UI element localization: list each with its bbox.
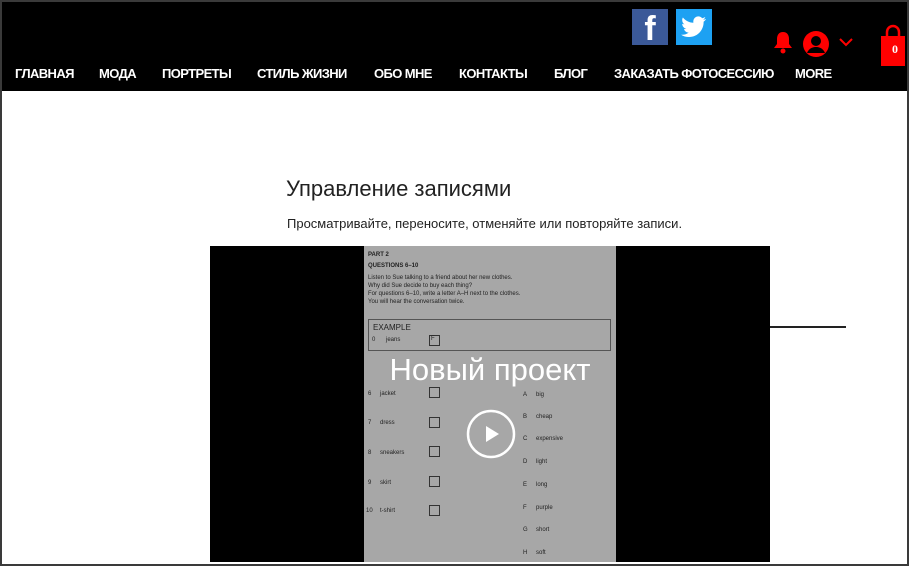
nav-item-blog[interactable]: БЛОГ bbox=[554, 66, 588, 81]
nav-item-home[interactable]: ГЛАВНАЯ bbox=[15, 66, 74, 81]
option-word: soft bbox=[536, 550, 546, 556]
doc-line: Why did Sue decide to buy each thing? bbox=[368, 283, 473, 289]
example-word: jeans bbox=[386, 337, 401, 343]
nav-item-about[interactable]: ОБО МНЕ bbox=[374, 66, 432, 81]
user-icon[interactable] bbox=[802, 30, 830, 58]
twitter-bird-icon bbox=[681, 16, 707, 37]
option-letter: H bbox=[523, 550, 528, 556]
option-letter: C bbox=[523, 436, 528, 442]
example-answer: F bbox=[431, 336, 435, 342]
nav-item-more[interactable]: MORE bbox=[795, 66, 832, 81]
doc-questions: QUESTIONS 6–10 bbox=[368, 263, 419, 269]
cart-count: 0 bbox=[892, 42, 898, 56]
option-word: purple bbox=[536, 505, 553, 511]
option-letter: B bbox=[523, 414, 528, 420]
item-num: 7 bbox=[368, 420, 372, 426]
answer-box bbox=[429, 387, 440, 398]
answer-box bbox=[429, 417, 440, 428]
option-word: expensive bbox=[536, 436, 564, 442]
page-title: Управление записями bbox=[286, 176, 512, 201]
doc-line: Listen to Sue talking to a friend about … bbox=[368, 275, 513, 281]
video-thumbnail-document: PART 2 QUESTIONS 6–10 Listen to Sue talk… bbox=[364, 246, 616, 562]
option-letter: E bbox=[523, 482, 528, 488]
page-subtitle: Просматривайте, переносите, отменяйте ил… bbox=[287, 216, 683, 231]
item-word: skirt bbox=[380, 480, 391, 486]
item-word: dress bbox=[380, 420, 395, 426]
nav-item-book-photoshoot[interactable]: ЗАКАЗАТЬ ФОТОСЕССИЮ bbox=[614, 66, 774, 81]
social-links: f bbox=[632, 9, 712, 48]
option-word: light bbox=[536, 459, 548, 465]
divider-line bbox=[770, 326, 846, 328]
option-letter: F bbox=[523, 505, 527, 511]
item-num: 10 bbox=[366, 508, 373, 514]
site-header: f 0 ГЛАВНАЯ МОДА ПОРТРЕТЫ СТИЛЬ ЖИЗНИ ОБ… bbox=[2, 2, 907, 91]
play-button-icon[interactable] bbox=[466, 409, 516, 459]
item-num: 6 bbox=[368, 391, 372, 397]
twitter-icon[interactable] bbox=[676, 9, 712, 45]
option-word: big bbox=[536, 392, 545, 398]
doc-line: For questions 6–10, write a letter A–H n… bbox=[368, 291, 521, 297]
nav-item-lifestyle[interactable]: СТИЛЬ ЖИЗНИ bbox=[257, 66, 347, 81]
nav-item-contacts[interactable]: КОНТАКТЫ bbox=[459, 66, 528, 81]
doc-part: PART 2 bbox=[368, 252, 389, 258]
option-letter: D bbox=[523, 459, 528, 465]
item-word: t-shirt bbox=[380, 508, 395, 514]
doc-line: You will hear the conversation twice. bbox=[368, 299, 465, 305]
answer-box bbox=[429, 476, 440, 487]
item-num: 8 bbox=[368, 450, 372, 456]
example-label: EXAMPLE bbox=[373, 323, 411, 332]
video-player[interactable]: PART 2 QUESTIONS 6–10 Listen to Sue talk… bbox=[210, 246, 770, 562]
video-title: Новый проект bbox=[389, 352, 591, 387]
browser-frame: f 0 ГЛАВНАЯ МОДА ПОРТРЕТЫ СТИЛЬ ЖИЗНИ ОБ… bbox=[0, 0, 909, 566]
item-word: jacket bbox=[380, 391, 396, 397]
facebook-icon[interactable]: f bbox=[632, 9, 668, 48]
nav-item-fashion[interactable]: МОДА bbox=[99, 66, 137, 81]
item-num: 9 bbox=[368, 480, 372, 486]
chevron-down-icon[interactable] bbox=[838, 36, 854, 48]
option-word: short bbox=[536, 527, 550, 533]
bell-icon[interactable] bbox=[772, 30, 794, 54]
main-nav: ГЛАВНАЯ МОДА ПОРТРЕТЫ СТИЛЬ ЖИЗНИ ОБО МН… bbox=[2, 66, 907, 88]
item-word: sneakers bbox=[380, 450, 405, 456]
option-word: long bbox=[536, 482, 548, 488]
example-num: 0 bbox=[372, 337, 376, 343]
option-letter: G bbox=[523, 527, 528, 533]
option-letter: A bbox=[523, 392, 528, 398]
answer-box bbox=[429, 505, 440, 516]
option-word: cheap bbox=[536, 414, 553, 420]
nav-item-portraits[interactable]: ПОРТРЕТЫ bbox=[162, 66, 232, 81]
answer-box bbox=[429, 446, 440, 457]
